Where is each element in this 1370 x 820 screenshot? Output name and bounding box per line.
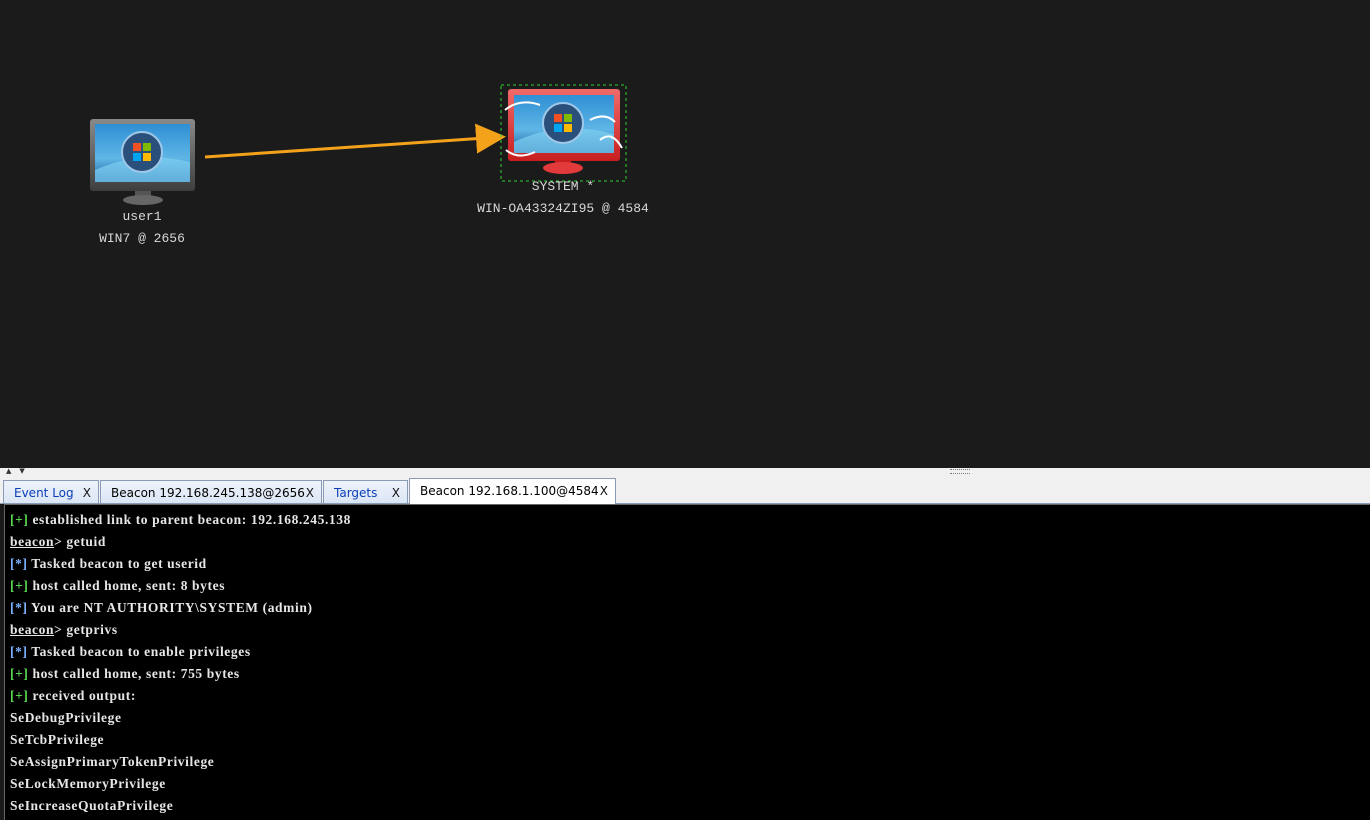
console-line: SeIncreaseQuotaPrivilege [10,798,174,813]
tab-label: Beacon 192.168.245.138@2656 [111,486,305,500]
node-user-name: user1 [122,209,162,224]
pivot-graph: user1 WIN7 @ 2656 SYSTEM * WIN-OA43324ZI… [0,0,1370,468]
beacon-console[interactable]: [+] established link to parent beacon: 1… [4,504,1370,820]
console-line: [+] received output: [10,685,1370,707]
console-line: beacon> getprivs [10,619,1370,641]
console-text: host called home, sent: 8 bytes [28,578,226,593]
tab-beacon-4584[interactable]: Beacon 192.168.1.100@4584 X [409,478,616,504]
node-user1-label: user1 WIN7 @ 2656 [72,206,212,250]
splitter-grip-icon[interactable] [950,469,970,474]
session-node-system[interactable] [504,89,623,174]
close-icon[interactable]: X [306,486,314,500]
console-text: You are NT AUTHORITY\SYSTEM (admin) [27,600,313,615]
status-prefix: [*] [10,644,28,659]
tab-label: Beacon 192.168.1.100@4584 [420,484,599,498]
close-icon[interactable]: X [392,486,400,500]
console-text: > getuid [54,534,106,549]
console-text: > getprivs [54,622,118,637]
node-host-pid: WIN7 @ 2656 [99,231,185,246]
console-text: received output: [28,688,136,703]
console-text: established link to parent beacon: 192.1… [28,512,351,527]
node-user-name: SYSTEM * [531,179,595,194]
node-host-pid: WIN-OA43324ZI95 @ 4584 [477,201,649,216]
status-prefix: [*] [10,600,28,615]
tab-label: Targets [334,486,378,500]
status-prefix: [+] [10,578,29,593]
tab-targets[interactable]: Targets X [323,480,408,503]
console-line: [*] You are NT AUTHORITY\SYSTEM (admin) [10,597,1370,619]
splitter-arrows-icon[interactable]: ▲▼ [6,467,33,475]
close-icon[interactable]: X [600,484,608,498]
beacon-prompt: beacon [10,622,55,637]
console-text: host called home, sent: 755 bytes [28,666,240,681]
status-prefix: [+] [10,512,29,527]
node-system-label: SYSTEM * WIN-OA43324ZI95 @ 4584 [463,176,663,220]
beacon-prompt: beacon [10,534,55,549]
tab-label: Event Log [14,486,74,500]
pivot-link-arrow [204,123,506,159]
panel-splitter[interactable]: ▲▼ [0,467,1370,476]
console-line: [+] host called home, sent: 8 bytes [10,575,1370,597]
status-prefix: [+] [10,666,29,681]
status-prefix: [*] [10,556,28,571]
console-line: SeTcbPrivilege [10,732,105,747]
session-node-user1[interactable] [90,119,195,205]
tab-beacon-2656[interactable]: Beacon 192.168.245.138@2656 X [100,480,322,503]
console-text: Tasked beacon to enable privileges [27,644,251,659]
console-line: SeDebugPrivilege [10,710,122,725]
tab-bar: Event Log X Beacon 192.168.245.138@2656 … [0,476,1370,504]
console-text: Tasked beacon to get userid [27,556,207,571]
console-line: SeLockMemoryPrivilege [10,776,166,791]
tab-event-log[interactable]: Event Log X [3,480,99,503]
status-prefix: [+] [10,688,29,703]
console-line: beacon> getuid [10,531,1370,553]
console-line: [*] Tasked beacon to get userid [10,553,1370,575]
console-line: [+] host called home, sent: 755 bytes [10,663,1370,685]
console-line: SeAssignPrimaryTokenPrivilege [10,754,215,769]
console-line: [*] Tasked beacon to enable privileges [10,641,1370,663]
close-icon[interactable]: X [83,486,91,500]
console-line: [+] established link to parent beacon: 1… [10,509,1370,531]
